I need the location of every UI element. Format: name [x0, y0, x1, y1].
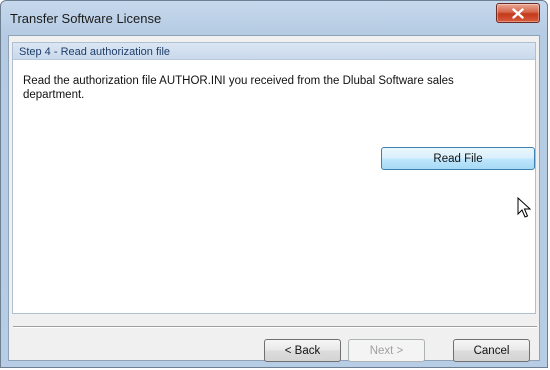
step-title: Step 4 - Read authorization file	[19, 46, 171, 58]
cancel-button[interactable]: Cancel	[453, 339, 530, 362]
dialog-client-area: Step 4 - Read authorization file Read th…	[8, 35, 540, 362]
next-button[interactable]: Next >	[348, 339, 425, 362]
step-panel: Step 4 - Read authorization file Read th…	[12, 42, 536, 314]
title-bar[interactable]: Transfer Software License	[1, 1, 547, 35]
read-file-button[interactable]: Read File	[381, 147, 535, 170]
close-button[interactable]	[496, 3, 540, 23]
arrow-cursor-icon	[517, 197, 531, 218]
dialog-window: Transfer Software License Step 4 - Read …	[0, 0, 548, 368]
step-description: Read the authorization file AUTHOR.INI y…	[23, 75, 454, 101]
separator	[13, 326, 537, 328]
step-header: Step 4 - Read authorization file	[13, 43, 535, 60]
window-title: Transfer Software License	[10, 11, 162, 26]
back-button[interactable]: < Back	[264, 339, 341, 362]
close-icon	[512, 7, 524, 19]
